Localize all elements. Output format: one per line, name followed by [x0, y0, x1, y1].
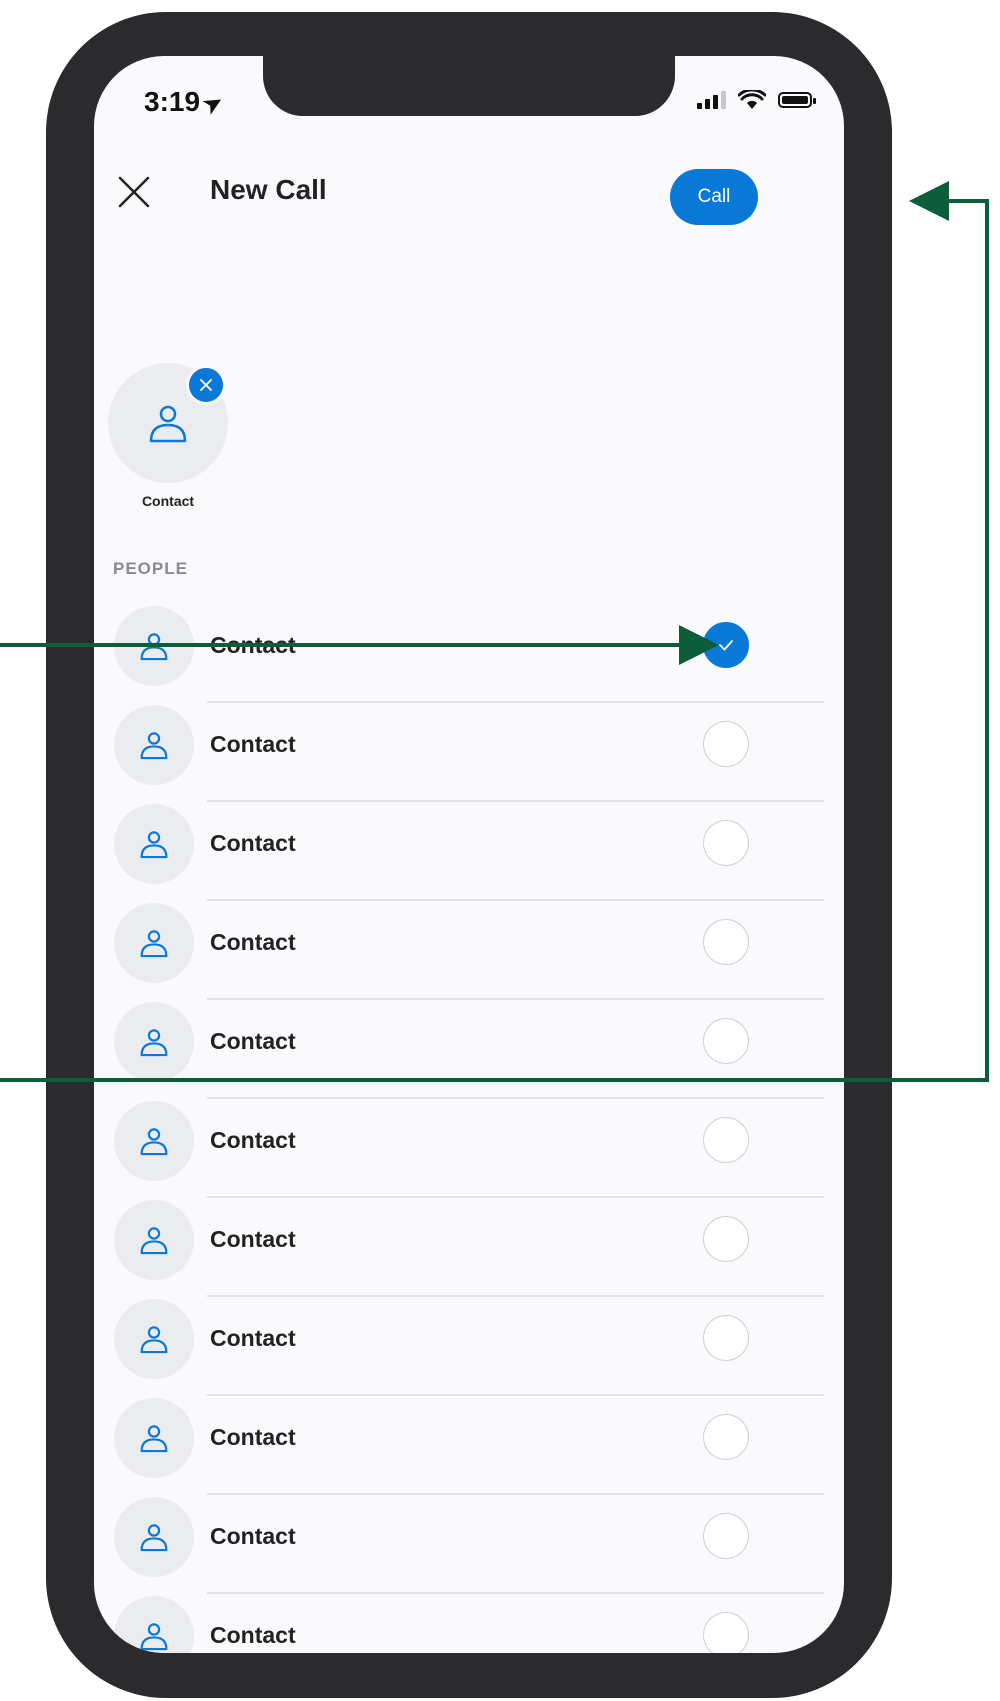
list-item[interactable]: Contact [94, 1099, 844, 1198]
contact-name: Contact [210, 1226, 296, 1252]
close-button[interactable] [116, 174, 152, 210]
person-icon [140, 1524, 168, 1552]
call-button[interactable]: Call [670, 169, 758, 225]
select-checkbox[interactable] [703, 820, 749, 866]
avatar [108, 363, 228, 483]
list-item[interactable]: Contact [94, 1396, 844, 1495]
contact-name: Contact [210, 632, 296, 658]
contact-name: Contact [210, 1523, 296, 1549]
avatar [114, 903, 194, 983]
select-checkbox[interactable] [703, 1117, 749, 1163]
list-item[interactable]: Contact [94, 1000, 844, 1099]
page-title: New Call [210, 174, 327, 205]
avatar [114, 1002, 194, 1082]
avatar [114, 1398, 194, 1478]
status-icons [697, 88, 816, 110]
person-icon [140, 1425, 168, 1453]
contact-name: Contact [210, 830, 296, 856]
select-checkbox[interactable] [703, 1612, 749, 1653]
contact-name: Contact [210, 1622, 296, 1648]
status-time: 3:19➤ [144, 86, 227, 119]
list-item[interactable]: Contact [94, 802, 844, 901]
contact-name: Contact [210, 1127, 296, 1153]
select-checkbox[interactable] [703, 919, 749, 965]
list-item[interactable]: Contact [94, 1594, 844, 1653]
avatar [114, 1299, 194, 1379]
avatar [114, 1101, 194, 1181]
chip-label: Contact [141, 493, 195, 509]
contact-name: Contact [210, 1424, 296, 1450]
list-item[interactable]: Contact [94, 1495, 844, 1594]
list-item[interactable]: Contact [94, 1198, 844, 1297]
remove-contact-button[interactable] [186, 365, 226, 405]
person-icon [140, 930, 168, 958]
battery-icon [778, 92, 816, 108]
app-screen: 3:19➤ New Call Call Contact PEOPLE Conta… [94, 56, 844, 1653]
contact-name: Contact [210, 1325, 296, 1351]
select-checkbox[interactable] [703, 721, 749, 767]
person-icon [140, 1227, 168, 1255]
list-item[interactable]: Contact [94, 901, 844, 1000]
avatar [114, 1596, 194, 1653]
select-checkbox[interactable] [703, 1216, 749, 1262]
person-icon [149, 405, 187, 443]
avatar [114, 705, 194, 785]
list-item[interactable]: Contact [94, 1297, 844, 1396]
avatar [114, 804, 194, 884]
contact-list: Contact Contact Contact Contact Contact Conta… [94, 604, 844, 1653]
person-icon [140, 1128, 168, 1156]
select-checkbox[interactable] [703, 1018, 749, 1064]
status-time-text: 3:19 [144, 86, 201, 117]
person-icon [140, 732, 168, 760]
cellular-signal-icon [697, 91, 726, 109]
close-icon [118, 176, 150, 208]
list-item[interactable]: Contact [94, 703, 844, 802]
select-checkbox[interactable] [703, 1315, 749, 1361]
select-checkbox[interactable] [703, 1513, 749, 1559]
person-icon [140, 1326, 168, 1354]
selected-checkbox[interactable] [703, 622, 749, 668]
contact-name: Contact [210, 1028, 296, 1054]
avatar [114, 1497, 194, 1577]
contact-name: Contact [210, 929, 296, 955]
notch [263, 56, 675, 116]
select-checkbox[interactable] [703, 1414, 749, 1460]
contact-name: Contact [210, 731, 296, 757]
location-arrow-icon: ➤ [198, 88, 228, 120]
checkmark-icon [719, 640, 733, 651]
list-item[interactable]: Contact [94, 604, 844, 703]
close-icon [200, 379, 212, 391]
selected-contact-chip: Contact [108, 363, 228, 509]
avatar [114, 1200, 194, 1280]
person-icon [140, 831, 168, 859]
phone-frame: 3:19➤ New Call Call Contact PEOPLE Conta… [46, 12, 892, 1698]
person-icon [140, 1623, 168, 1651]
person-icon [140, 1029, 168, 1057]
avatar [114, 606, 194, 686]
person-icon [140, 633, 168, 661]
section-header-people: PEOPLE [113, 559, 188, 578]
wifi-icon [737, 88, 767, 110]
